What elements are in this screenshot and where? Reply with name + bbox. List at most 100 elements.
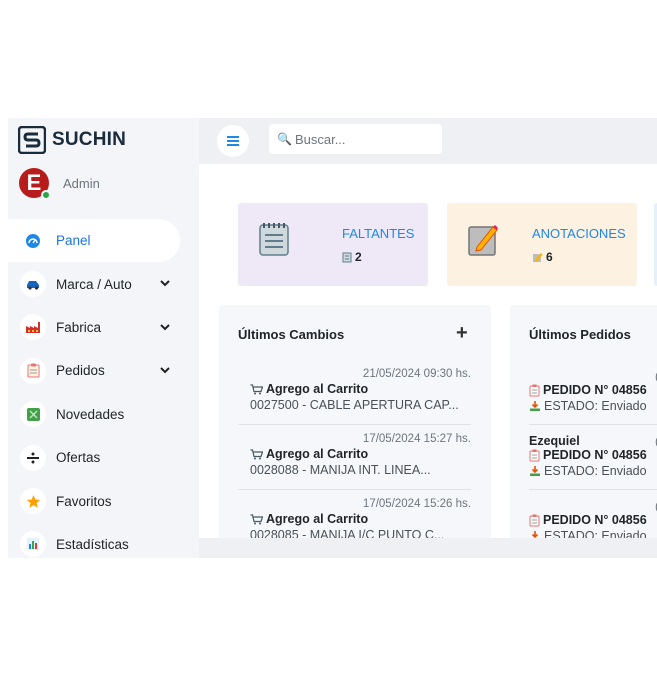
- list-item[interactable]: Ezequiel ( PEDIDO N° 04856 ESTADO: Envia…: [529, 425, 657, 490]
- clipboard-icon: [529, 449, 540, 461]
- news-icon: [20, 401, 46, 428]
- order-status: ESTADO: Enviado: [529, 529, 647, 538]
- chevron-down-icon[interactable]: [159, 321, 171, 333]
- sidebar-item-label: Favoritos: [56, 493, 112, 509]
- brand[interactable]: SUCHIN: [18, 123, 126, 157]
- card-title: Últimos Cambios: [238, 327, 345, 342]
- entry-action: Agrego al Carrito: [250, 447, 368, 461]
- entry-time: 21/05/2024 09:30 hs.: [362, 368, 471, 380]
- entry-detail: 0028085 - MANIJA I/C PUNTO C...: [250, 528, 445, 538]
- chart-icon: [20, 531, 46, 558]
- pencil-note-icon: [533, 252, 543, 262]
- entry-detail: 0028088 - MANIJA INT. LINEA...: [250, 463, 431, 477]
- sidebar-item-pedidos[interactable]: Pedidos: [8, 349, 199, 392]
- sidebar: SUCHIN E Admin Panel Marca / Auto Fabric…: [8, 118, 199, 558]
- entry-detail: 0027500 - CABLE APERTURA CAP...: [250, 398, 459, 412]
- order-status: ESTADO: Enviado: [529, 399, 647, 413]
- bottom-strip: [199, 538, 657, 558]
- entry-action-label: Agrego al Carrito: [266, 382, 369, 396]
- cart-icon: [250, 513, 263, 524]
- order-status-label: ESTADO: Enviado: [544, 399, 647, 413]
- sidebar-item-ofertas[interactable]: Ofertas: [8, 436, 199, 479]
- recent-changes-card: Últimos Cambios + 21/05/2024 09:30 hs. A…: [219, 305, 491, 538]
- entry-action: Agrego al Carrito: [250, 512, 368, 526]
- user-role: Admin: [63, 175, 100, 191]
- sidebar-item-favoritos[interactable]: Favoritos: [8, 479, 199, 522]
- user-profile[interactable]: E Admin: [19, 168, 100, 200]
- sidebar-item-label: Marca / Auto: [56, 276, 132, 292]
- download-icon: [531, 531, 539, 538]
- app-window: SUCHIN E Admin Panel Marca / Auto Fabric…: [8, 118, 657, 558]
- pencil-note-icon: [468, 225, 498, 256]
- stat-title: FALTANTES: [342, 226, 415, 241]
- entry-action-label: Agrego al Carrito: [266, 512, 369, 526]
- stat-card-anotaciones[interactable]: ANOTACIONES 6: [447, 203, 637, 286]
- sidebar-item-label: Pedidos: [56, 363, 105, 379]
- main-area: 🔍 FALTANTES 2: [199, 118, 657, 558]
- list-item[interactable]: 17/05/2024 15:27 hs. Agrego al Carrito 0…: [238, 425, 471, 490]
- stat-count-value: 2: [355, 250, 362, 264]
- topbar: 🔍: [199, 118, 657, 164]
- brand-name: SUCHIN: [52, 129, 127, 150]
- order-customer: Ezequiel: [529, 434, 580, 448]
- sidebar-item-estadisticas[interactable]: Estadísticas: [8, 523, 199, 558]
- sidebar-item-label: Ofertas: [56, 450, 101, 466]
- sidebar-item-fabrica[interactable]: Fabrica: [8, 306, 199, 349]
- stat-count: 2: [342, 250, 362, 264]
- clipboard-icon: [20, 357, 46, 384]
- download-icon: [530, 401, 540, 411]
- entry-time: 17/05/2024 15:26 hs.: [362, 498, 471, 510]
- order-number-label: PEDIDO N° 04856: [543, 513, 647, 527]
- sidebar-nav: Panel Marca / Auto Fabrica Pedidos Noved…: [8, 219, 199, 558]
- order-number: PEDIDO N° 04856: [529, 383, 647, 397]
- dashboard-icon: [20, 227, 46, 254]
- star-icon: [20, 488, 46, 515]
- sidebar-item-label: Fabrica: [56, 319, 102, 335]
- stat-count: 6: [532, 250, 553, 264]
- online-status-dot: [41, 190, 51, 200]
- search-box[interactable]: 🔍: [269, 124, 442, 154]
- chevron-down-icon[interactable]: [159, 364, 171, 376]
- chevron-down-icon[interactable]: [159, 277, 171, 289]
- entry-time: 17/05/2024 15:27 hs.: [362, 433, 471, 445]
- order-number-label: PEDIDO N° 04856: [543, 448, 647, 462]
- menu-toggle-button[interactable]: [217, 125, 249, 157]
- stat-card-faltantes[interactable]: FALTANTES 2: [238, 203, 428, 286]
- notepad-icon: [259, 223, 289, 256]
- card-title: Últimos Pedidos: [529, 327, 631, 342]
- order-status-label: ESTADO: Enviado: [544, 464, 647, 478]
- orders-list: ( PEDIDO N° 04856 ESTADO: Enviado Ezequi…: [529, 360, 657, 538]
- order-number: PEDIDO N° 04856: [529, 448, 647, 462]
- order-number-label: PEDIDO N° 04856: [543, 383, 647, 397]
- entry-action: Agrego al Carrito: [250, 382, 368, 396]
- avatar-initial: E: [26, 170, 42, 195]
- cart-icon: [250, 383, 263, 394]
- avatar[interactable]: E: [19, 168, 51, 200]
- sidebar-item-panel[interactable]: Panel: [8, 219, 180, 263]
- list-item[interactable]: ( PEDIDO N° 04856 ESTADO: Enviado: [529, 360, 657, 425]
- changes-list: 21/05/2024 09:30 hs. Agrego al Carrito 0…: [238, 360, 471, 538]
- sidebar-item-novedades[interactable]: Novedades: [8, 393, 199, 436]
- stat-title: ANOTACIONES: [532, 226, 626, 241]
- order-status: ESTADO: Enviado: [529, 464, 647, 478]
- hamburger-icon: [227, 136, 239, 146]
- sidebar-item-label: Panel: [56, 233, 91, 249]
- divide-icon: [20, 444, 46, 471]
- add-button[interactable]: +: [456, 323, 468, 343]
- stat-count-value: 6: [546, 250, 553, 264]
- cart-icon: [250, 448, 263, 459]
- notepad-icon: [342, 252, 352, 262]
- clipboard-icon: [529, 384, 540, 396]
- download-icon: [530, 466, 540, 476]
- order-status-label: ESTADO: Enviado: [544, 529, 647, 538]
- clipboard-icon: [529, 514, 540, 526]
- list-item[interactable]: ( PEDIDO N° 04856 ESTADO: Enviado: [529, 490, 657, 538]
- sidebar-item-label: Estadísticas: [56, 536, 129, 552]
- list-item[interactable]: 17/05/2024 15:26 hs. Agrego al Carrito 0…: [238, 490, 471, 538]
- order-number: PEDIDO N° 04856: [529, 513, 647, 527]
- list-item[interactable]: 21/05/2024 09:30 hs. Agrego al Carrito 0…: [238, 360, 471, 425]
- search-input[interactable]: [294, 131, 435, 147]
- sidebar-item-label: Novedades: [56, 406, 125, 422]
- entry-action-label: Agrego al Carrito: [266, 447, 369, 461]
- sidebar-item-marca-auto[interactable]: Marca / Auto: [8, 262, 199, 305]
